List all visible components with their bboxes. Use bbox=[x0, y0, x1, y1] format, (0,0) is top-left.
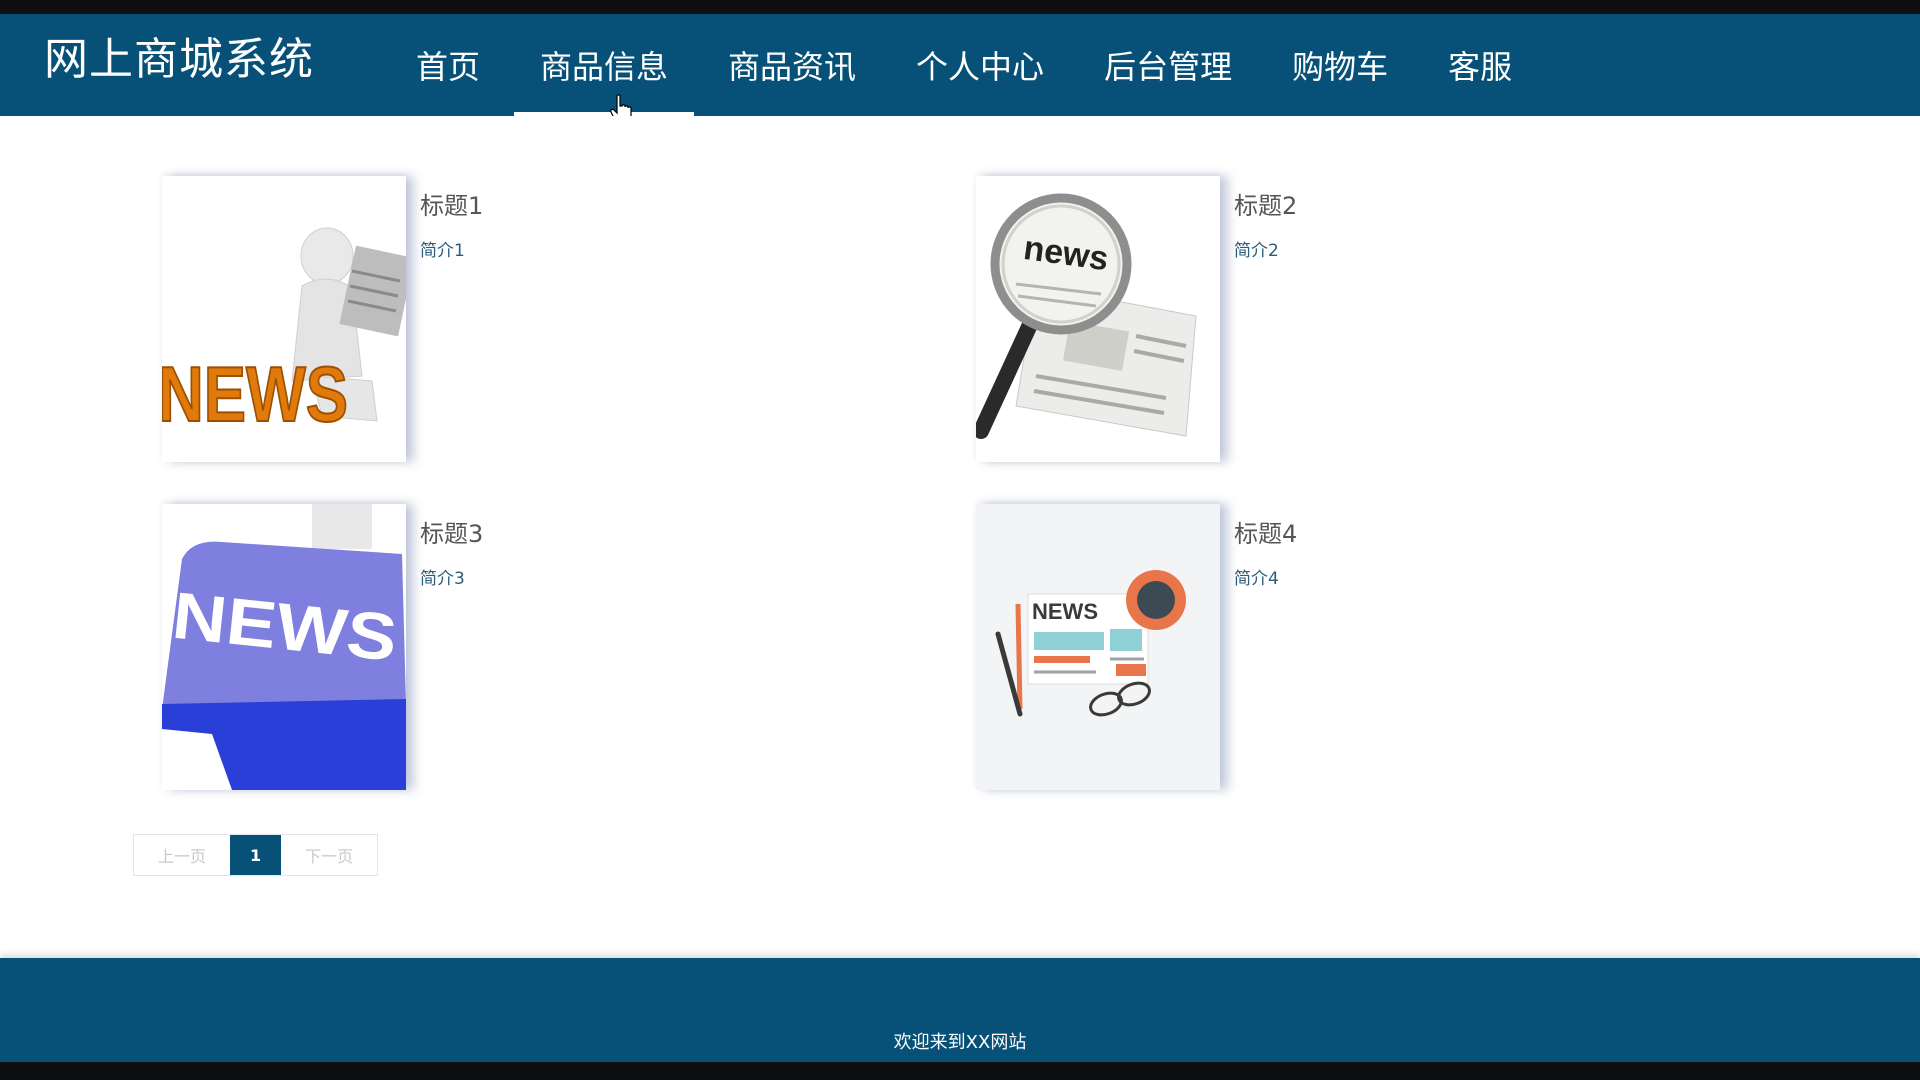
nav-item-admin[interactable]: 后台管理 bbox=[1078, 14, 1258, 116]
prev-page-button[interactable]: 上一页 bbox=[134, 835, 231, 875]
nav-item-home[interactable]: 首页 bbox=[390, 14, 506, 116]
news-card[interactable]: NEWS 标题1 简介1 bbox=[162, 176, 762, 466]
news-card[interactable]: NEWS 标题4 简介4 bbox=[976, 504, 1576, 794]
svg-text:NEWS: NEWS bbox=[1032, 599, 1098, 624]
news-desc: 简介1 bbox=[420, 241, 465, 261]
nav-menu: 首页 商品信息 商品资讯 个人中心 后台管理 购物车 客服 bbox=[390, 14, 1546, 116]
news-card[interactable]: NEWS 标题3 简介3 bbox=[162, 504, 762, 794]
nav-item-personal-center[interactable]: 个人中心 bbox=[890, 14, 1070, 116]
main-content: NEWS 标题1 简介1 news 标题2 简介2 NEWS 标题3 简介3 N… bbox=[0, 116, 1920, 958]
navbar: 网上商城系统 首页 商品信息 商品资讯 个人中心 后台管理 购物车 客服 bbox=[0, 14, 1920, 124]
page-number-button[interactable]: 1 bbox=[230, 835, 282, 875]
window-top-strip bbox=[0, 0, 1920, 14]
news-desc: 简介4 bbox=[1234, 569, 1279, 589]
site-brand[interactable]: 网上商城系统 bbox=[44, 38, 314, 82]
footer: 欢迎来到XX网站 bbox=[0, 958, 1920, 1062]
magnifier-newspaper-icon[interactable]: news bbox=[976, 176, 1220, 462]
news-desc: 简介2 bbox=[1234, 241, 1279, 261]
window-bottom-strip bbox=[0, 1062, 1920, 1080]
news-card[interactable]: news 标题2 简介2 bbox=[976, 176, 1576, 466]
newspaper-coffee-glasses-icon[interactable]: NEWS bbox=[976, 504, 1220, 790]
news-title[interactable]: 标题4 bbox=[1234, 514, 1297, 549]
footer-text: 欢迎来到XX网站 bbox=[893, 1032, 1027, 1053]
news-title[interactable]: 标题2 bbox=[1234, 186, 1297, 221]
pagination: 上一页 1 下一页 bbox=[133, 834, 379, 876]
app-window: 网上商城系统 首页 商品信息 商品资讯 个人中心 后台管理 购物车 客服 NEW… bbox=[0, 0, 1920, 1080]
nav-item-product-news[interactable]: 商品资讯 bbox=[702, 14, 882, 116]
nav-item-cart[interactable]: 购物车 bbox=[1266, 14, 1414, 116]
news-3d-figure-icon[interactable]: NEWS bbox=[162, 176, 406, 462]
svg-text:NEWS: NEWS bbox=[162, 350, 348, 438]
news-title[interactable]: 标题1 bbox=[420, 186, 483, 221]
news-keyboard-key-icon[interactable]: NEWS bbox=[162, 504, 406, 790]
nav-item-product-info[interactable]: 商品信息 bbox=[514, 14, 695, 116]
news-desc: 简介3 bbox=[420, 569, 465, 589]
next-page-button[interactable]: 下一页 bbox=[281, 835, 378, 875]
news-title[interactable]: 标题3 bbox=[420, 514, 483, 549]
nav-item-service[interactable]: 客服 bbox=[1422, 14, 1538, 116]
